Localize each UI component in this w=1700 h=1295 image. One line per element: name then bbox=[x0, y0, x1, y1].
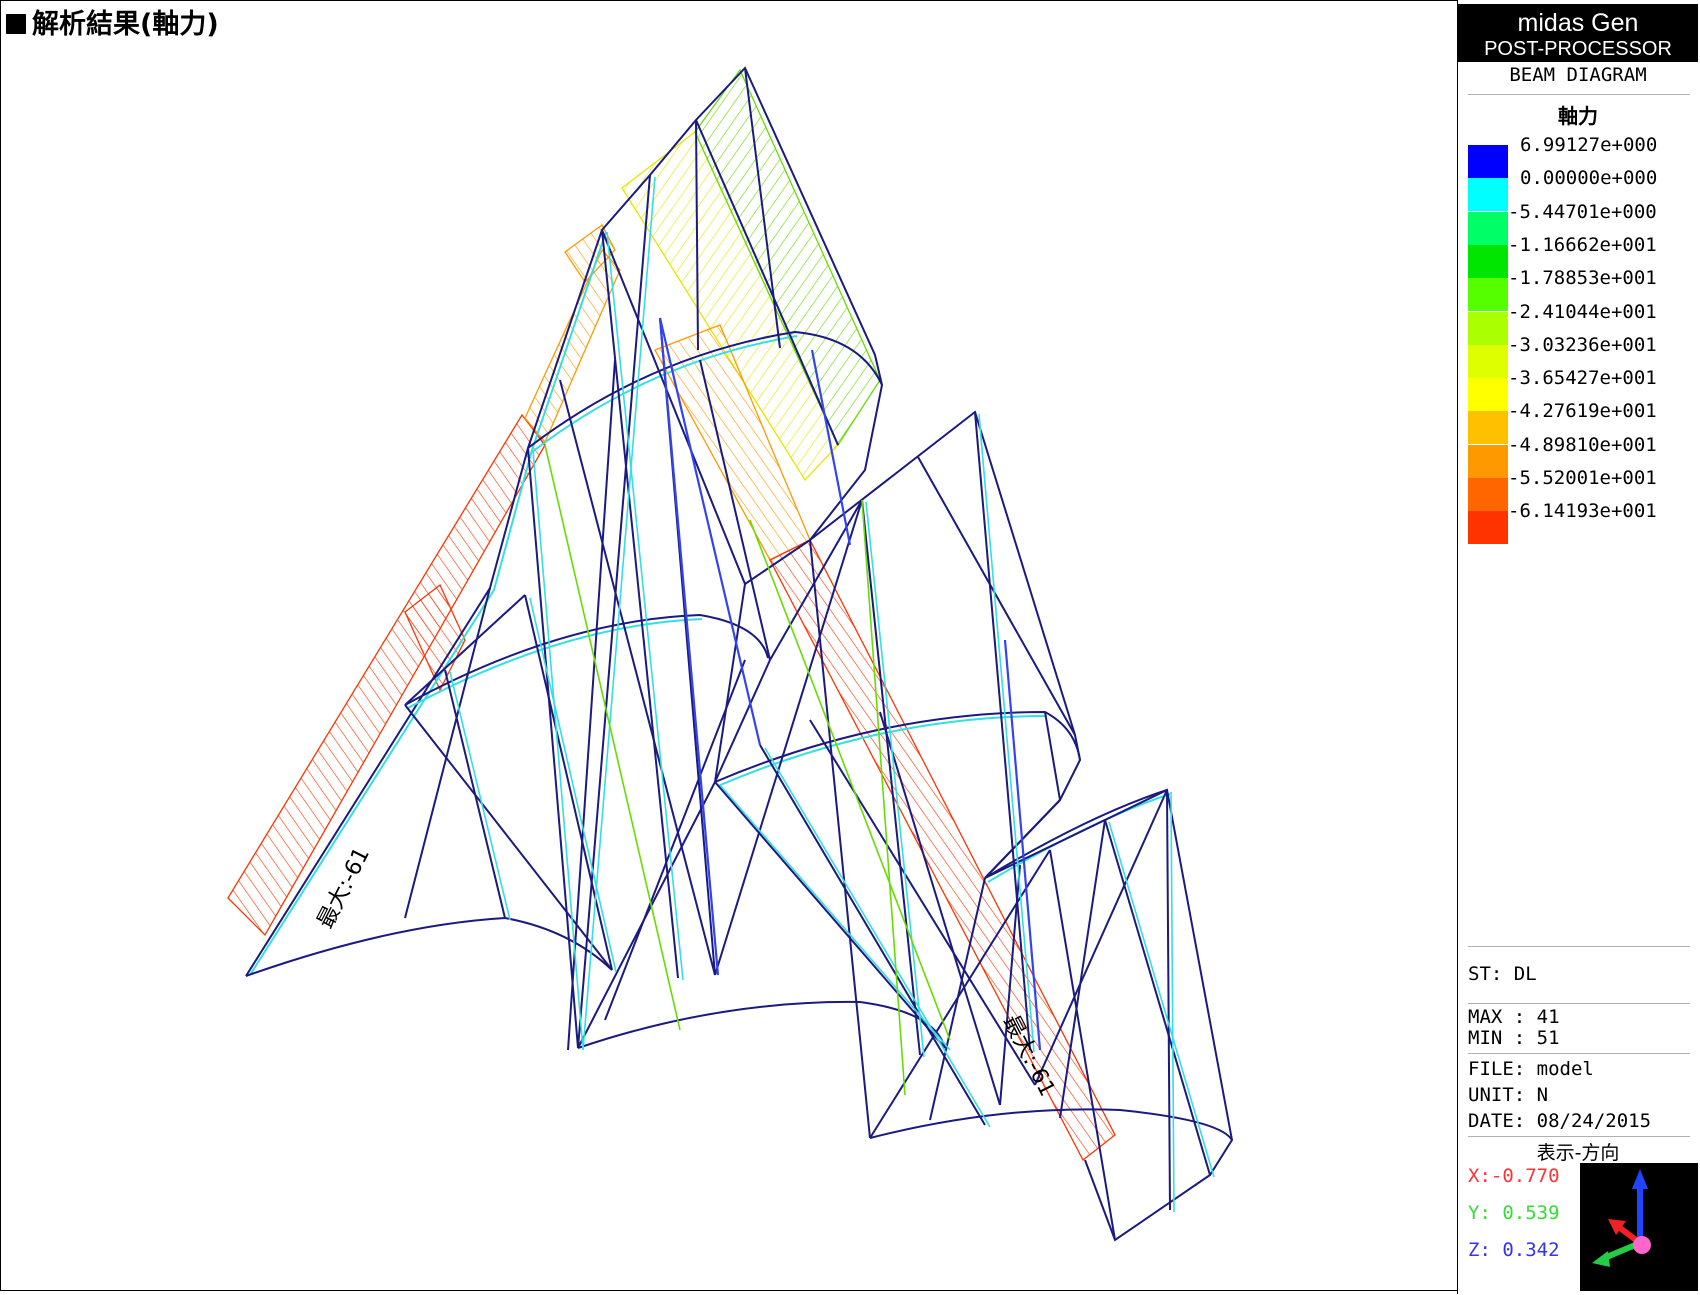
component-title: 軸力 bbox=[1558, 104, 1598, 128]
legend-panel: midas Gen POST-PROCESSOR BEAM DIAGRAM 軸力… bbox=[1457, 0, 1700, 1294]
brand-subtitle: POST-PROCESSOR bbox=[1484, 38, 1672, 60]
legend-value: -3.65427e+001 bbox=[1508, 367, 1657, 390]
axes-icon bbox=[1592, 1169, 1651, 1267]
legend-value: -1.16662e+001 bbox=[1508, 233, 1657, 256]
legend-value: -2.41044e+001 bbox=[1508, 300, 1657, 323]
divider bbox=[1468, 1003, 1690, 1004]
legend-value: -6.14193e+001 bbox=[1508, 500, 1657, 523]
brand-name: midas Gen bbox=[1517, 9, 1639, 37]
legend-value: -3.03236e+001 bbox=[1508, 333, 1657, 356]
divider bbox=[1468, 94, 1690, 95]
legend-value: -1.78853e+001 bbox=[1508, 267, 1657, 290]
brand-header: midas Gen POST-PROCESSOR bbox=[1458, 4, 1698, 62]
legend-swatch bbox=[1468, 211, 1508, 245]
direction-x: X:-0.770 bbox=[1468, 1165, 1560, 1187]
legend-swatch bbox=[1468, 411, 1508, 445]
legend-swatch bbox=[1468, 244, 1508, 278]
divider bbox=[1468, 946, 1690, 947]
legend-swatch bbox=[1468, 178, 1508, 212]
legend-value: -4.89810e+001 bbox=[1508, 433, 1657, 456]
hatch-left-red bbox=[227, 413, 546, 937]
model-viewport[interactable]: 解析結果(軸力) 最大:-61 最大:-61 bbox=[0, 0, 1457, 1294]
date-label: DATE: 08/24/2015 bbox=[1468, 1110, 1652, 1132]
beam-arch-bottom-mid bbox=[577, 1000, 946, 1049]
beam-arch-bottom-left bbox=[245, 916, 613, 977]
legend-swatch bbox=[1468, 311, 1508, 345]
file-name: FILE: model bbox=[1468, 1058, 1594, 1080]
view-axes-widget[interactable] bbox=[1580, 1163, 1698, 1291]
legend-swatch bbox=[1468, 145, 1508, 178]
legend-value: -5.52001e+001 bbox=[1508, 467, 1657, 489]
max-label-left: 最大:-61 bbox=[313, 844, 375, 933]
legend-swatch bbox=[1468, 378, 1508, 412]
legend-value: -4.27619e+001 bbox=[1508, 400, 1657, 423]
direction-title: 表示-方向 bbox=[1536, 1142, 1620, 1164]
direction-y: Y: 0.539 bbox=[1468, 1202, 1560, 1224]
diagram-type: BEAM DIAGRAM bbox=[1509, 64, 1647, 86]
legend-swatch bbox=[1468, 444, 1508, 478]
legend-swatch bbox=[1468, 511, 1508, 545]
legend-swatch bbox=[1468, 344, 1508, 378]
legend-value: 0.00000e+000 bbox=[1520, 167, 1658, 190]
legend-value: -5.44701e+000 bbox=[1508, 200, 1657, 223]
legend-swatch bbox=[1468, 278, 1508, 312]
max-value: MAX : 41 bbox=[1468, 1006, 1560, 1028]
beam-diagram-drawing[interactable]: 最大:-61 最大:-61 bbox=[0, 0, 1457, 1294]
beam-arch-bottom-right bbox=[869, 1108, 1233, 1141]
min-value: MIN : 51 bbox=[1468, 1027, 1560, 1049]
step-label: ST: DL bbox=[1468, 963, 1537, 985]
legend-swatch bbox=[1468, 478, 1508, 511]
direction-z: Z: 0.342 bbox=[1468, 1239, 1560, 1261]
unit-label: UNIT: N bbox=[1468, 1084, 1549, 1106]
legend-value: 6.99127e+000 bbox=[1520, 134, 1658, 156]
divider bbox=[1468, 1136, 1690, 1137]
divider bbox=[1468, 1053, 1690, 1054]
